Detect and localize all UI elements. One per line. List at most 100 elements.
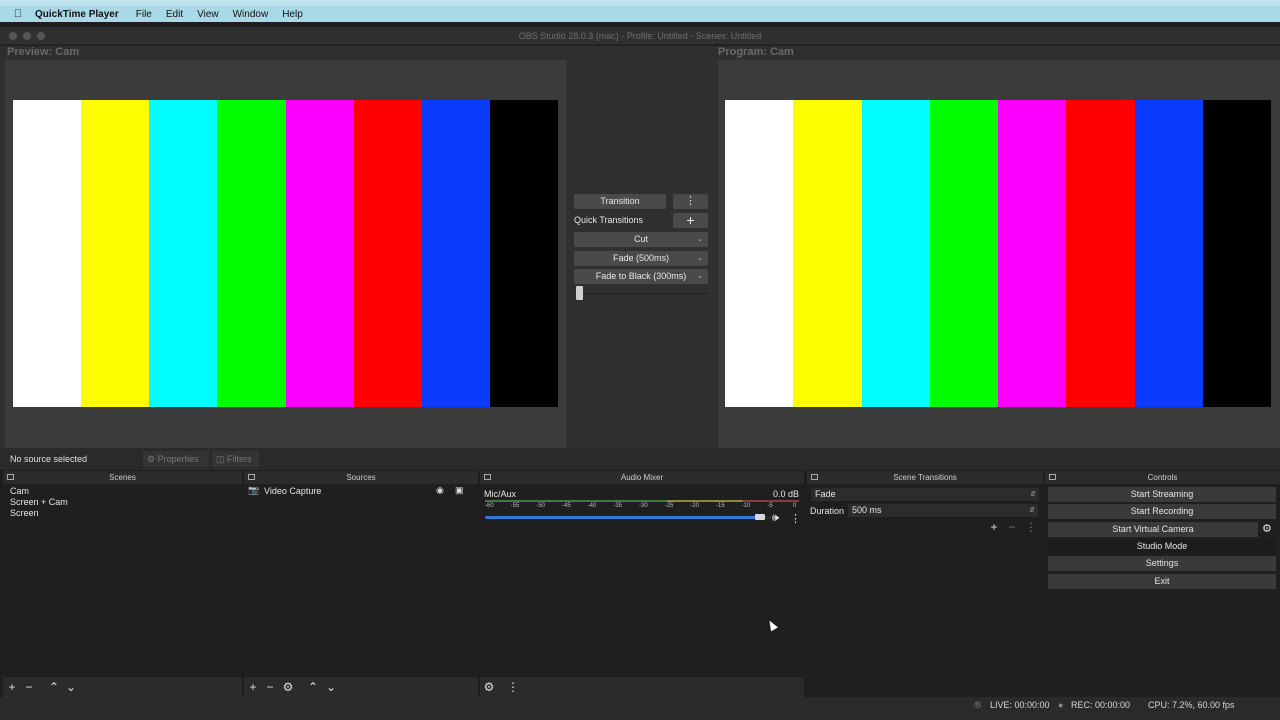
undock-icon[interactable] xyxy=(1049,474,1056,480)
meter-scale-label: -30 xyxy=(639,503,648,509)
speaker-mute-icon[interactable]: 🕪 xyxy=(772,512,779,525)
menu-help[interactable]: Help xyxy=(282,9,303,20)
lock-icon[interactable]: ▣ xyxy=(455,485,464,496)
zoom-window-button[interactable] xyxy=(37,32,45,40)
color-bar xyxy=(861,100,930,407)
camera-icon: 📷 xyxy=(248,485,260,495)
meter-scale-label: 0 xyxy=(793,503,797,509)
status-bar: ⦾ LIVE: 00:00:00 ● REC: 00:00:00 CPU: 7.… xyxy=(0,697,1280,720)
scene-transitions-dock: Scene Transitions Fade ⇵ Duration 500 ms ⇵… xyxy=(807,471,1043,697)
studio-mode-button[interactable]: Studio Mode xyxy=(1048,539,1276,554)
source-item-label: Video Capture xyxy=(264,486,322,496)
quick-transitions-label: Quick Transitions xyxy=(574,215,644,225)
source-properties-gear-icon[interactable]: ⚙ xyxy=(281,680,295,694)
color-bar xyxy=(1066,100,1135,407)
start-virtual-camera-button[interactable]: Start Virtual Camera xyxy=(1048,522,1258,537)
mixer-menu-icon[interactable]: ⋮ xyxy=(506,680,520,694)
advanced-audio-gear-icon[interactable]: ⚙ xyxy=(482,680,496,694)
remove-scene-icon[interactable]: − xyxy=(22,680,36,694)
quick-transition-fade-to-black[interactable]: Fade to Black (300ms) ⌄ xyxy=(574,269,708,284)
undock-icon[interactable] xyxy=(248,474,255,480)
color-bar xyxy=(149,100,218,407)
program-pane[interactable] xyxy=(718,60,1280,448)
volume-slider-handle[interactable] xyxy=(755,514,766,520)
scenes-dock-footer: + − ⌃ ⌄ xyxy=(3,677,242,697)
scene-item-cam[interactable]: Cam xyxy=(10,486,29,496)
preview-pane[interactable] xyxy=(5,60,566,448)
color-bar xyxy=(81,100,150,407)
color-bar xyxy=(217,100,286,407)
move-source-up-icon[interactable]: ⌃ xyxy=(306,680,320,694)
undock-icon[interactable] xyxy=(7,474,14,480)
add-scene-icon[interactable]: + xyxy=(5,680,19,694)
t-bar-slider-handle[interactable] xyxy=(576,286,583,300)
quick-transition-fade[interactable]: Fade (500ms) ⌄ xyxy=(574,251,708,266)
transition-options-icon[interactable]: ⋮ xyxy=(673,194,708,209)
meter-scale-label: -5 xyxy=(767,503,773,509)
mic-aux-label: Mic/Aux xyxy=(484,489,517,499)
quick-transition-fade-label: Fade (500ms) xyxy=(612,253,670,263)
source-toolbar: No source selected ⚙ Properties ◫ Filter… xyxy=(0,448,1280,470)
apple-logo-icon[interactable]:  xyxy=(11,8,25,20)
preview-label: Preview: Cam xyxy=(7,46,80,58)
menu-edit[interactable]: Edit xyxy=(166,9,183,20)
color-bar xyxy=(998,100,1067,407)
undock-icon[interactable] xyxy=(811,474,818,480)
remove-transition-icon[interactable]: − xyxy=(1005,520,1019,534)
transition-button[interactable]: Transition xyxy=(574,194,666,209)
color-bar xyxy=(285,100,354,407)
minimize-window-button[interactable] xyxy=(23,32,31,40)
menu-window[interactable]: Window xyxy=(233,9,269,20)
meter-scale-label: -55 xyxy=(510,503,520,509)
transition-properties-menu-icon[interactable]: ⋮ xyxy=(1024,520,1038,534)
filters-label: Filters xyxy=(227,454,252,464)
add-transition-icon[interactable]: + xyxy=(987,520,1001,534)
visibility-eye-icon[interactable]: ◉ xyxy=(436,485,444,496)
transition-select[interactable]: Fade ⇵ xyxy=(811,488,1039,501)
virtual-camera-settings-gear-icon[interactable]: ⚙ xyxy=(1262,522,1272,535)
audio-mixer-title: Audio Mixer xyxy=(620,473,664,482)
duration-spinbox[interactable]: 500 ms ⇵ xyxy=(848,504,1038,517)
sources-dock-footer: + − ⚙ ⌃ ⌄ xyxy=(244,677,478,697)
menu-view[interactable]: View xyxy=(197,9,219,20)
audio-mixer-dock-header: Audio Mixer xyxy=(480,471,804,484)
close-window-button[interactable] xyxy=(9,32,17,40)
add-source-icon[interactable]: + xyxy=(246,680,260,694)
meter-scale-label: -40 xyxy=(587,503,597,509)
properties-button[interactable]: ⚙ Properties xyxy=(143,451,209,467)
filters-button[interactable]: ◫ Filters xyxy=(212,451,259,467)
start-streaming-button[interactable]: Start Streaming xyxy=(1048,487,1276,502)
scenes-title: Scenes xyxy=(109,473,136,482)
start-recording-button[interactable]: Start Recording xyxy=(1048,504,1276,519)
app-menu-name[interactable]: QuickTime Player xyxy=(35,9,119,20)
scene-item-screen-cam[interactable]: Screen + Cam xyxy=(10,497,68,507)
source-item-video-capture[interactable]: 📷 Video Capture ◉ ▣ xyxy=(244,485,478,497)
controls-dock-header: Controls xyxy=(1045,471,1280,484)
undock-icon[interactable] xyxy=(484,474,491,480)
meter-scale-label: -45 xyxy=(562,503,571,509)
scene-transitions-dock-header: Scene Transitions xyxy=(807,471,1043,484)
stepper-icon[interactable]: ⇵ xyxy=(1029,504,1035,517)
meter-scale-label: -50 xyxy=(536,503,545,509)
exit-button[interactable]: Exit xyxy=(1048,574,1276,589)
move-source-down-icon[interactable]: ⌄ xyxy=(324,680,338,694)
remove-source-icon[interactable]: − xyxy=(263,680,277,694)
mixer-channel-menu-icon[interactable]: ⋮ xyxy=(790,512,801,525)
transition-select-value: Fade xyxy=(815,489,836,499)
no-source-selected-label: No source selected xyxy=(10,454,88,464)
properties-label: Properties xyxy=(157,454,199,464)
gear-icon: ⚙ xyxy=(147,454,156,464)
window-title-bar: OBS Studio 28.0.3 (mac) - Profile: Untit… xyxy=(0,27,1280,45)
quick-transition-cut[interactable]: Cut ⌄ xyxy=(574,232,708,247)
meter-scale-label: -15 xyxy=(716,503,725,509)
settings-button[interactable]: Settings xyxy=(1048,556,1276,571)
volume-slider-track[interactable] xyxy=(485,516,771,519)
live-timer: LIVE: 00:00:00 xyxy=(990,700,1050,710)
add-quick-transition-icon[interactable]: + xyxy=(673,213,708,228)
move-scene-down-icon[interactable]: ⌄ xyxy=(64,680,78,694)
menu-file[interactable]: File xyxy=(136,9,152,20)
chevron-down-icon: ⌄ xyxy=(697,273,703,280)
move-scene-up-icon[interactable]: ⌃ xyxy=(47,680,61,694)
scene-item-screen[interactable]: Screen xyxy=(10,508,39,518)
meter-scale-label: -20 xyxy=(690,503,699,509)
